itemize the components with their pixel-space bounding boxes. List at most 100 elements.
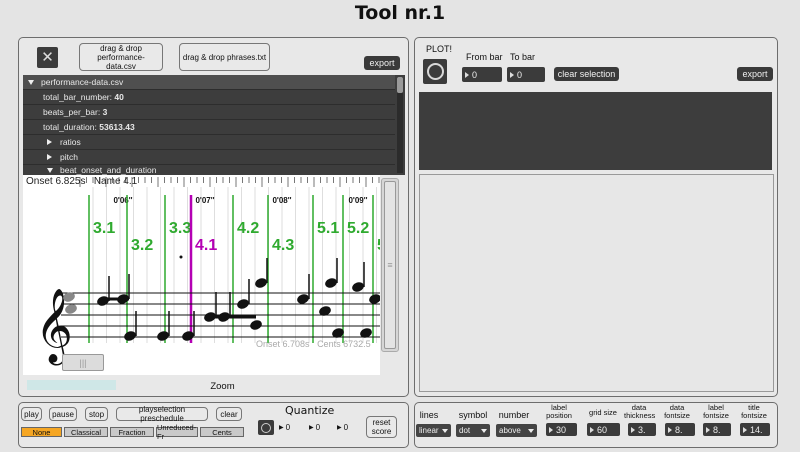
grid-size-field[interactable]: 60 bbox=[587, 423, 620, 436]
score-scroll-thumb[interactable]: ≡ bbox=[384, 181, 396, 349]
tree-scroll-thumb[interactable] bbox=[397, 77, 403, 93]
plot-label: PLOT! bbox=[426, 44, 453, 54]
symbol-select[interactable]: dot bbox=[456, 424, 490, 437]
number-arrow-icon bbox=[743, 426, 747, 433]
data-thickness-field[interactable]: 3. bbox=[628, 423, 656, 436]
from-bar-label: From bar bbox=[466, 52, 503, 62]
clear-button[interactable]: clear bbox=[216, 407, 242, 421]
note-head bbox=[297, 294, 309, 304]
number-arrow-icon bbox=[510, 71, 514, 78]
number-arrow-icon bbox=[668, 426, 672, 433]
chevron-down-icon bbox=[528, 428, 534, 433]
marker-label: 3.3 bbox=[169, 220, 191, 237]
label-position-label: label position bbox=[546, 403, 572, 420]
plot-button[interactable] bbox=[423, 59, 447, 84]
reset-score-button[interactable]: reset score bbox=[366, 416, 397, 438]
expand-icon bbox=[28, 79, 34, 85]
lines-label: lines bbox=[419, 410, 439, 420]
number-arrow-icon bbox=[590, 426, 594, 433]
data-tree[interactable]: performance-data.csv total_bar_number: 4… bbox=[23, 75, 405, 175]
time-label: 0'08'' bbox=[272, 196, 291, 205]
note-head bbox=[237, 299, 249, 309]
drop-csv-button[interactable]: drag & drop performance-data.csv bbox=[79, 43, 163, 71]
chevron-down-icon bbox=[481, 428, 487, 433]
data-fontsize-label: data fontsize bbox=[664, 403, 690, 420]
number-select[interactable]: above bbox=[496, 424, 537, 437]
data-fontsize-field[interactable]: 8. bbox=[665, 423, 695, 436]
tree-item-beat-onset[interactable]: beat_onset_and_duration bbox=[23, 165, 395, 175]
plot-header-area bbox=[419, 92, 772, 170]
to-bar-label: To bar bbox=[510, 52, 536, 62]
quantize-label: Quantize bbox=[285, 404, 335, 417]
number-arrow-icon: ▶ bbox=[309, 425, 314, 431]
tree-item[interactable]: beats_per_bar: 3 bbox=[23, 105, 395, 120]
mode-classical[interactable]: Classical bbox=[64, 427, 108, 437]
tree-item-root[interactable]: performance-data.csv bbox=[23, 75, 395, 90]
number-arrow-icon bbox=[465, 71, 469, 78]
note-head bbox=[124, 331, 136, 341]
grip-icon: ≡ bbox=[387, 260, 393, 270]
quantize-field-3[interactable]: ▶ 0 bbox=[337, 422, 359, 433]
note-head bbox=[97, 296, 109, 306]
time-label: 0'06'' bbox=[113, 196, 132, 205]
score-scrollbar[interactable]: ≡ bbox=[381, 178, 399, 352]
time-label: 0'07'' bbox=[195, 196, 214, 205]
zoom-slider[interactable] bbox=[27, 380, 116, 390]
number-arrow-icon: ▶ bbox=[337, 425, 342, 431]
mode-unreduced-fr[interactable]: Unreduced-Fr bbox=[156, 423, 198, 441]
close-button[interactable]: ✕ bbox=[37, 47, 58, 68]
plot-canvas[interactable] bbox=[419, 174, 774, 392]
collapse-icon bbox=[47, 154, 52, 160]
marker-label: 4.2 bbox=[237, 220, 259, 237]
tree-item[interactable]: total_duration: 53613.43 bbox=[23, 120, 395, 135]
onset-readout: Onset 6.825s Name 4.1 bbox=[26, 176, 138, 187]
number-arrow-icon bbox=[706, 426, 710, 433]
title-fontsize-label: title fontsize bbox=[741, 403, 767, 420]
label-fontsize-field[interactable]: 8. bbox=[703, 423, 731, 436]
drop-txt-button[interactable]: drag & drop phrases.txt bbox=[179, 43, 270, 71]
quantize-toggle[interactable] bbox=[258, 420, 274, 435]
label-position-field[interactable]: 30 bbox=[546, 423, 577, 436]
tree-scrollbar[interactable] bbox=[397, 77, 403, 173]
pause-button[interactable]: pause bbox=[49, 407, 77, 421]
to-bar-field[interactable]: 0 bbox=[507, 67, 545, 82]
marker-label: 3.2 bbox=[131, 237, 153, 254]
marker-label: 5.3 bbox=[377, 237, 380, 254]
tree-item-ratios[interactable]: ratios bbox=[23, 135, 395, 150]
horizontal-scroll-thumb[interactable]: ||| bbox=[62, 354, 104, 371]
mode-cents[interactable]: Cents bbox=[200, 427, 244, 437]
play-button[interactable]: play bbox=[21, 407, 42, 421]
data-thickness-label: data thickness bbox=[624, 403, 656, 420]
marker-label: 4.3 bbox=[272, 237, 294, 254]
quantize-field-2[interactable]: ▶ 0 bbox=[309, 422, 335, 433]
title-fontsize-field[interactable]: 14. bbox=[740, 423, 770, 436]
score-view[interactable]: 0'06'' 0'07'' 0'08'' 0'09'' 3.1 3.2 3.3 4.1 4.2 4… bbox=[23, 175, 380, 375]
mode-none[interactable]: None bbox=[21, 427, 62, 437]
marker-label: 5.2 bbox=[347, 220, 369, 237]
label-fontsize-label: label fontsize bbox=[703, 403, 729, 420]
clear-selection-button[interactable]: clear selection bbox=[554, 67, 619, 81]
playselection-button[interactable]: playselection preschedule bbox=[116, 405, 208, 423]
marker-label: 3.1 bbox=[93, 220, 115, 237]
tree-item-pitch[interactable]: pitch bbox=[23, 150, 395, 165]
close-icon: ✕ bbox=[41, 49, 54, 66]
grid-size-label: grid size bbox=[589, 408, 617, 417]
time-label: 0'09'' bbox=[348, 196, 367, 205]
circle-icon bbox=[261, 422, 271, 433]
export-right-button[interactable]: export bbox=[737, 67, 773, 81]
tree-item[interactable]: total_bar_number: 40 bbox=[23, 90, 395, 105]
export-left-button[interactable]: export bbox=[364, 56, 400, 70]
stop-button[interactable]: stop bbox=[85, 407, 108, 421]
zoom-label: Zoom bbox=[210, 381, 235, 392]
marker-label: 5.1 bbox=[317, 220, 339, 237]
ghost-readout: Onset 6.708s Cents 6732.5 bbox=[256, 339, 371, 349]
quantize-field-1[interactable]: ▶ 0 bbox=[279, 422, 305, 433]
symbol-label: symbol bbox=[458, 410, 488, 420]
note-head bbox=[255, 278, 267, 288]
from-bar-field[interactable]: 0 bbox=[462, 67, 502, 82]
note-head bbox=[369, 294, 380, 304]
lines-select[interactable]: linear bbox=[416, 424, 451, 437]
number-arrow-icon bbox=[549, 426, 553, 433]
mode-fraction[interactable]: Fraction bbox=[110, 427, 154, 437]
cursor-dot bbox=[179, 255, 183, 259]
